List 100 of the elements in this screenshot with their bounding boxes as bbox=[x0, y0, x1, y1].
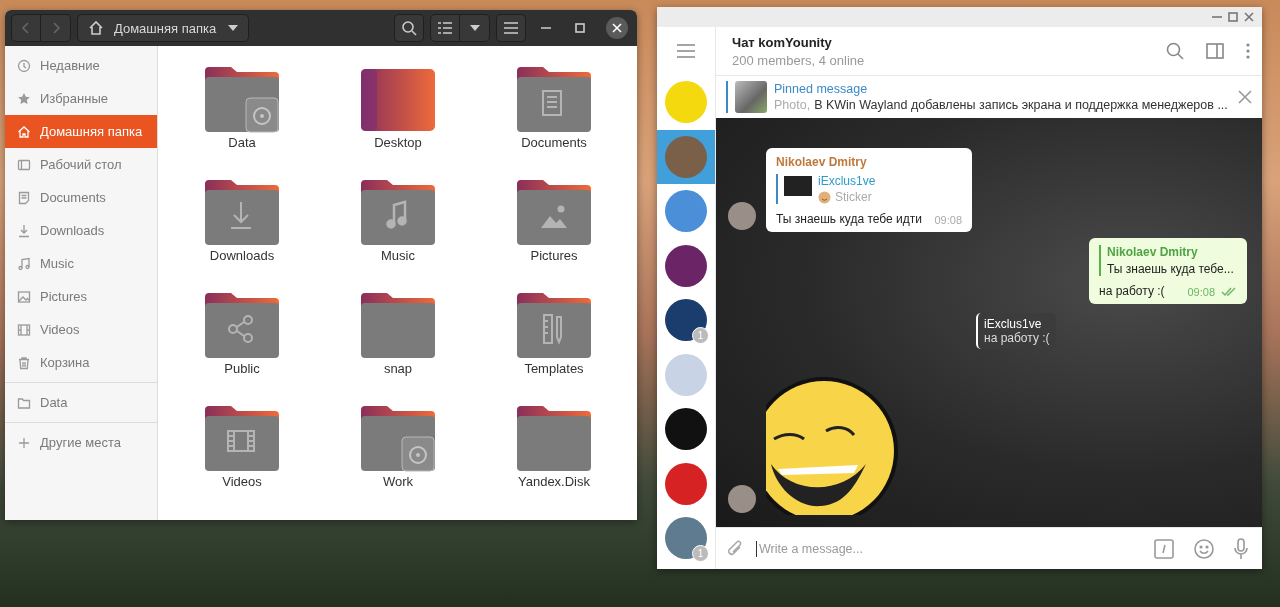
sidebar-item[interactable]: Music bbox=[5, 247, 157, 280]
chat-avatar bbox=[665, 353, 707, 396]
reply-text: Sticker bbox=[835, 190, 872, 204]
folder-name: Templates bbox=[524, 361, 584, 376]
search-icon bbox=[401, 20, 417, 36]
search-button[interactable] bbox=[394, 14, 424, 42]
music-icon bbox=[17, 256, 31, 271]
pinned-title: Pinned message bbox=[774, 82, 869, 96]
message-time: 09:08 bbox=[1187, 286, 1215, 298]
folder-name: Data bbox=[228, 135, 256, 150]
chat-avatar bbox=[665, 517, 707, 560]
caret-icon bbox=[469, 25, 480, 31]
reply-thumbnail bbox=[784, 176, 812, 196]
pinned-text: В KWin Wayland добавлены запись экрана и поддержка менеджеров ... bbox=[814, 98, 1228, 112]
message-time: 09:08 bbox=[934, 214, 962, 226]
sidebar-item[interactable]: Documents bbox=[5, 181, 157, 214]
close-button[interactable] bbox=[606, 17, 628, 39]
chat-title: Чат komYounity bbox=[732, 34, 833, 50]
location-button[interactable]: Домашняя папка bbox=[77, 14, 249, 42]
sidebar-item[interactable]: Недавние bbox=[5, 49, 157, 82]
maximize-icon bbox=[575, 23, 585, 33]
pictures-icon bbox=[17, 289, 31, 304]
smiley-icon bbox=[818, 190, 831, 204]
commands-icon[interactable] bbox=[1154, 538, 1174, 559]
reply-text: Ты знаешь куда тебе... bbox=[1107, 262, 1235, 276]
message-text: на работу :( bbox=[1099, 284, 1165, 298]
sender-avatar bbox=[728, 202, 756, 230]
home-icon bbox=[88, 20, 104, 36]
folder-icon[interactable] bbox=[360, 404, 436, 472]
folder-name: Downloads bbox=[209, 248, 275, 263]
videos-icon bbox=[17, 322, 31, 337]
minimize-icon bbox=[541, 27, 551, 29]
folder-name: Public bbox=[224, 361, 260, 376]
photo-placeholder bbox=[735, 81, 767, 113]
sidebar-item[interactable]: Downloads bbox=[5, 214, 157, 247]
maximize-icon[interactable] bbox=[1228, 12, 1238, 22]
chat-avatar bbox=[665, 135, 707, 178]
close-icon[interactable] bbox=[1238, 90, 1252, 104]
trash-icon bbox=[17, 355, 31, 370]
close-icon bbox=[612, 23, 622, 33]
chat-avatar bbox=[665, 190, 707, 233]
sender-name: Nikolaev Dmitry bbox=[776, 155, 868, 169]
folder-icon[interactable] bbox=[204, 178, 280, 246]
list-icon bbox=[437, 21, 453, 35]
folder-icon[interactable] bbox=[516, 291, 592, 359]
folder-icon[interactable] bbox=[204, 404, 280, 472]
more-icon[interactable] bbox=[1246, 43, 1250, 59]
folder-name: snap bbox=[383, 361, 413, 376]
sidebar-item[interactable]: Другие места bbox=[5, 426, 157, 459]
folder-icon[interactable] bbox=[204, 65, 280, 133]
folder-name: Pictures bbox=[530, 248, 578, 263]
sidebar-item[interactable]: Избранные bbox=[5, 82, 157, 115]
folder-name: Music bbox=[381, 248, 415, 263]
home-icon bbox=[17, 124, 31, 139]
reply-author: Nikolaev Dmitry bbox=[1107, 245, 1199, 259]
menu-icon bbox=[504, 22, 518, 34]
folder-icon[interactable] bbox=[516, 178, 592, 246]
microphone-icon[interactable] bbox=[1234, 537, 1248, 560]
search-icon[interactable] bbox=[1166, 42, 1184, 60]
folder-name: Yandex.Disk bbox=[518, 474, 590, 489]
sidebar-item[interactable]: Videos bbox=[5, 313, 157, 346]
menu-button[interactable] bbox=[496, 14, 526, 42]
sidebar-item[interactable]: Pictures bbox=[5, 280, 157, 313]
sidebar-item[interactable]: Домашняя папка bbox=[5, 115, 157, 148]
documents-icon bbox=[17, 190, 31, 205]
sidebar-item[interactable]: Корзина bbox=[5, 346, 157, 379]
folder-icon[interactable] bbox=[516, 65, 592, 133]
folder-icon[interactable] bbox=[516, 404, 592, 472]
pinned-media-type: Photo, bbox=[774, 98, 811, 112]
message-text: Ты знаешь куда тебе идти bbox=[776, 212, 922, 226]
caret-icon bbox=[228, 25, 238, 31]
chat-avatar bbox=[665, 81, 707, 124]
chat-avatar bbox=[665, 408, 707, 451]
reply-author: iExclus1ve bbox=[818, 174, 876, 188]
side-panel-icon[interactable] bbox=[1206, 43, 1224, 59]
folder-icon[interactable] bbox=[360, 291, 436, 359]
reply-author: iExclus1ve bbox=[984, 317, 1043, 331]
folder-name: Desktop bbox=[374, 135, 422, 150]
view-options-button[interactable] bbox=[460, 14, 490, 42]
downloads-icon bbox=[17, 223, 31, 238]
folder-name: Documents bbox=[521, 135, 587, 150]
sidebar-item[interactable]: Data bbox=[5, 386, 157, 419]
close-icon[interactable] bbox=[1244, 12, 1254, 22]
chat-avatar bbox=[665, 299, 707, 342]
recent-icon bbox=[17, 58, 31, 73]
starred-icon bbox=[17, 91, 31, 106]
sidebar-item[interactable]: Рабочий стол bbox=[5, 148, 157, 181]
reply-text: на работу :( bbox=[984, 331, 1050, 345]
emoji-icon[interactable] bbox=[1194, 538, 1214, 559]
chat-subtitle: 200 members, 4 online bbox=[732, 52, 866, 68]
desktop-icon bbox=[17, 157, 31, 172]
folder-icon[interactable] bbox=[360, 178, 436, 246]
chat-avatar bbox=[665, 244, 707, 287]
folder-name: Work bbox=[382, 474, 414, 489]
chat-avatar bbox=[665, 462, 707, 505]
plus-icon bbox=[17, 435, 31, 450]
folder-name: Videos bbox=[222, 474, 262, 489]
list-view-button[interactable] bbox=[430, 14, 460, 42]
folder-icon bbox=[17, 395, 31, 410]
folder-icon[interactable] bbox=[204, 291, 280, 359]
